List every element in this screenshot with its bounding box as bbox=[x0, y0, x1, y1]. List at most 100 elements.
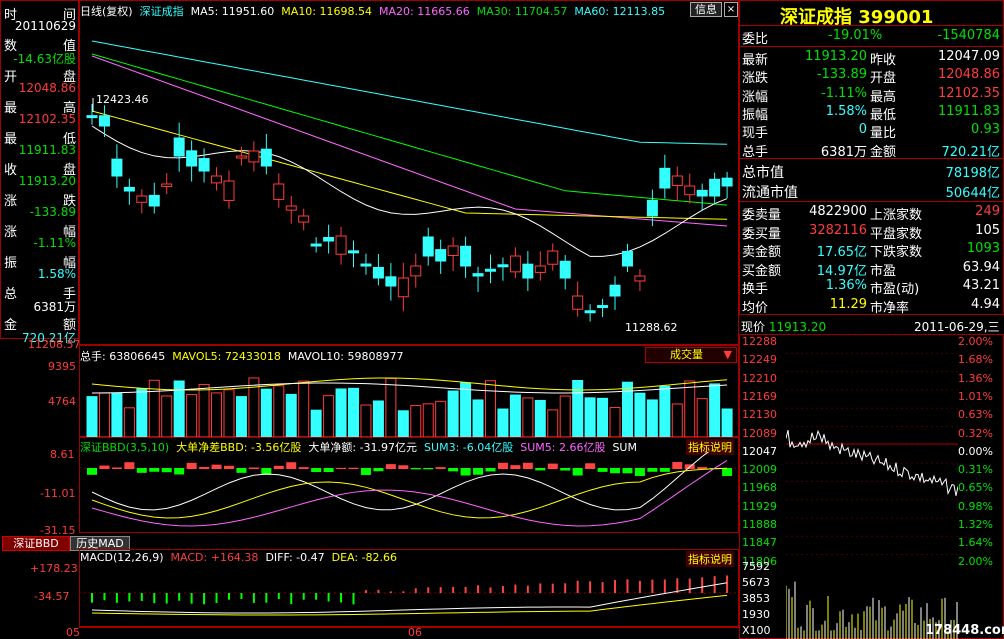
quote-label: 市净率 bbox=[870, 300, 910, 316]
kline-chart: 12423.46 11288.62 bbox=[86, 40, 733, 334]
bbd-bar bbox=[124, 462, 135, 469]
bbd-bar bbox=[336, 467, 347, 469]
intraday-vol-tick: X100 bbox=[742, 624, 771, 637]
bbd-bar bbox=[211, 464, 222, 469]
quote-value: 12102.35 bbox=[937, 85, 1000, 101]
intraday-price-value: 11913.20 bbox=[768, 320, 827, 334]
volume-bar bbox=[410, 405, 422, 437]
bbd-bar bbox=[398, 465, 409, 469]
mcap-label: 总市值 bbox=[742, 165, 784, 181]
intraday-price-tick: 12047 bbox=[742, 444, 777, 458]
quote-value: 17.65亿 bbox=[816, 245, 867, 260]
bbd-bar bbox=[323, 468, 334, 473]
quote-label: 换手 bbox=[742, 282, 769, 297]
macd-axis-label: +178.23 bbox=[30, 562, 78, 575]
quote-label: 买金额 bbox=[742, 263, 782, 279]
bbd-bar bbox=[248, 467, 259, 469]
volume-bar bbox=[584, 397, 596, 437]
volume-bar bbox=[609, 407, 621, 437]
info-button-label: 信息 bbox=[695, 3, 717, 16]
ma-line bbox=[91, 40, 728, 145]
tab-bbd[interactable]: 深证BBD bbox=[2, 536, 70, 551]
candle-body bbox=[447, 245, 459, 256]
candle-body bbox=[422, 236, 434, 257]
quote-value: 3282116 bbox=[809, 222, 867, 238]
candle-body bbox=[671, 175, 683, 187]
volume-bar bbox=[547, 409, 559, 437]
info-item: 最 高 12102.35 bbox=[1, 97, 78, 127]
watermark: 178448.com bbox=[925, 623, 1004, 638]
bbd-bar bbox=[634, 468, 645, 476]
bbd-bar bbox=[672, 462, 683, 469]
bbd-bar bbox=[311, 468, 322, 473]
volume-bar bbox=[559, 395, 571, 437]
intraday-price-tick: 12089 bbox=[742, 426, 777, 440]
quote-row: 现手 0 量比 0.93 bbox=[740, 121, 1002, 141]
info-button[interactable]: 信息 bbox=[690, 2, 722, 17]
bbd-bar bbox=[497, 462, 508, 469]
weibi-label: 委比 bbox=[742, 32, 769, 47]
bbd-bar bbox=[223, 465, 234, 469]
bbd-bar bbox=[136, 468, 147, 473]
intraday-price-tick: 12009 bbox=[742, 463, 777, 477]
indicator-dropdown[interactable]: 成交量 ▼ bbox=[645, 347, 737, 363]
info-item-value: 11913.20 bbox=[18, 174, 76, 188]
weibi-row: 委比 -19.01% -1540784 bbox=[740, 27, 1002, 47]
candle-body bbox=[173, 137, 185, 157]
intraday-vol-tick: 1930 bbox=[742, 608, 770, 621]
quote-label: 最新 bbox=[742, 53, 769, 68]
quote-value: 12047.09 bbox=[937, 49, 1000, 64]
quote-label: 上涨家数 bbox=[870, 208, 923, 223]
quote-row: 换手 1.36% 市盈(动) 43.21 bbox=[740, 277, 1002, 297]
candle-body bbox=[86, 115, 98, 119]
volume-bar bbox=[186, 394, 198, 437]
bbd-bar bbox=[373, 468, 384, 472]
info-item-key1: 开 bbox=[4, 70, 18, 85]
candle-body bbox=[497, 264, 509, 268]
intraday-pct-tick: 0.31% bbox=[958, 463, 993, 477]
quote-label: 市盈 bbox=[870, 263, 897, 279]
bbd-bar bbox=[610, 468, 621, 474]
quote-row: 涨幅 -1.11% 最高 12102.35 bbox=[740, 85, 1002, 105]
candle-body bbox=[372, 266, 384, 279]
bbd-bar bbox=[161, 468, 172, 473]
info-item: 涨 跌 -133.89 bbox=[1, 190, 78, 220]
quote-panel: 深证成指 399001 委比 -19.01% -1540784 最新 11913… bbox=[739, 0, 1004, 316]
volume-bar bbox=[161, 395, 173, 437]
intraday-chart bbox=[786, 334, 958, 639]
quote-label: 卖金额 bbox=[742, 245, 782, 260]
intraday-price-tick: 12288 bbox=[742, 335, 777, 348]
bbd-bar bbox=[560, 468, 571, 471]
volume-bar bbox=[435, 400, 447, 437]
candle-body bbox=[348, 250, 360, 254]
info-item-key1: 总 bbox=[4, 287, 18, 302]
quote-value: 1093 bbox=[966, 241, 1000, 256]
intraday-pct-tick: 1.32% bbox=[958, 518, 993, 531]
candle-body bbox=[609, 284, 621, 297]
candle-body bbox=[646, 199, 658, 217]
candle-body bbox=[161, 183, 173, 187]
candle-body bbox=[410, 265, 422, 277]
volume-bar bbox=[385, 377, 397, 437]
info-item-key1: 收 bbox=[4, 163, 18, 178]
vol-axis-label: 9395 bbox=[48, 360, 76, 373]
bbd-bar bbox=[473, 468, 484, 475]
bottom-axis bbox=[79, 627, 739, 628]
candle-body bbox=[721, 177, 733, 187]
quote-label: 开盘 bbox=[870, 71, 897, 87]
intraday-pct-tick: 1.64% bbox=[958, 536, 993, 550]
candle-body bbox=[597, 305, 609, 309]
bbd-bar bbox=[485, 468, 496, 472]
bbd-bar bbox=[99, 465, 110, 469]
intraday-vol-tick: 3853 bbox=[742, 592, 770, 605]
info-item-value: 1.58% bbox=[37, 267, 76, 281]
candle-body bbox=[634, 275, 646, 282]
candle-body bbox=[621, 250, 633, 267]
volume-bar bbox=[572, 379, 584, 437]
intraday-price-label: 现价 bbox=[741, 320, 766, 334]
bbd-bar bbox=[460, 468, 471, 476]
quote-label: 下跌家数 bbox=[870, 245, 923, 260]
candle-body bbox=[547, 250, 559, 265]
close-icon[interactable]: × bbox=[724, 2, 738, 17]
dropdown-label: 成交量 bbox=[670, 348, 703, 361]
